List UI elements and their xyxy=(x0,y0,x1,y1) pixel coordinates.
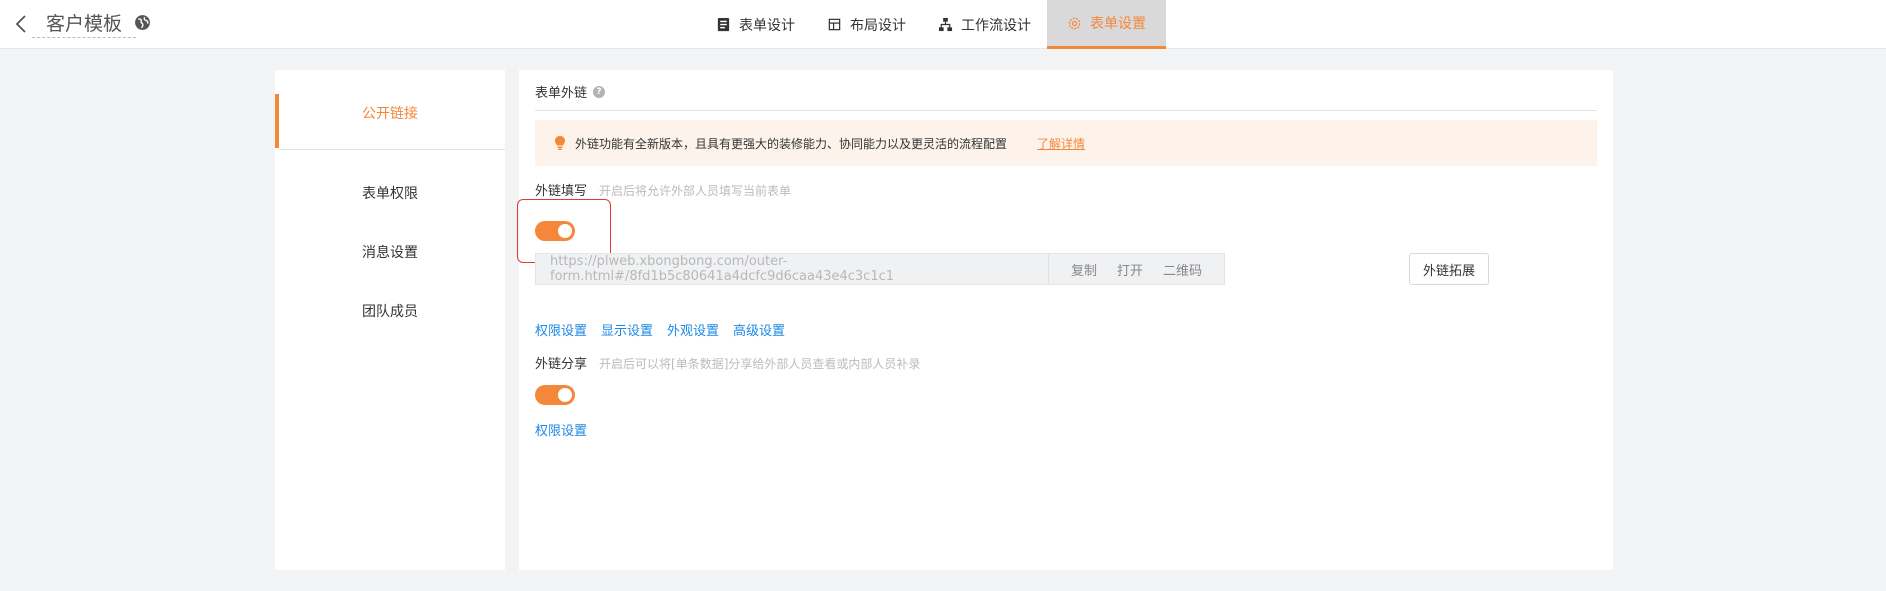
outer-link-url[interactable]: https://plweb.xbongbong.com/outer-form.h… xyxy=(536,254,1048,284)
settings-sidebar: 公开链接 表单权限 消息设置 团队成员 xyxy=(275,70,505,570)
share-settings-links: 权限设置 xyxy=(535,420,587,439)
qrcode-button[interactable]: 二维码 xyxy=(1163,260,1202,279)
section-header: 表单外链 ? xyxy=(535,82,606,101)
permission-settings-link[interactable]: 权限设置 xyxy=(535,320,587,339)
sidebar-item-form-permissions[interactable]: 表单权限 xyxy=(275,183,505,205)
notice-banner: 外链功能有全新版本，且具有更强大的装修能力、协同能力以及更灵活的流程配置 了解详… xyxy=(535,120,1597,166)
globe-icon[interactable] xyxy=(134,14,151,31)
fill-toggle[interactable] xyxy=(535,221,575,241)
tab-form-settings[interactable]: 表单设置 xyxy=(1047,0,1166,49)
share-field: 外链分享 开启后可以将[单条数据]分享给外部人员查看或内部人员补录 xyxy=(535,353,920,372)
help-icon[interactable]: ? xyxy=(593,85,606,98)
sidebar-item-team-members[interactable]: 团队成员 xyxy=(275,301,505,323)
tab-form-design[interactable]: 表单设计 xyxy=(700,0,811,49)
fill-settings-links: 权限设置 显示设置 外观设置 高级设置 xyxy=(535,320,785,339)
back-icon[interactable] xyxy=(10,12,34,36)
page-title[interactable]: 客户模板 xyxy=(46,9,122,36)
fill-label: 外链填写 xyxy=(535,184,588,199)
layout-icon xyxy=(828,18,841,31)
advanced-settings-link[interactable]: 高级设置 xyxy=(733,320,785,339)
url-actions: 复制 打开 二维码 xyxy=(1048,254,1224,284)
tab-label: 表单设计 xyxy=(739,17,795,34)
toggle-knob xyxy=(558,224,572,238)
top-tabs: 表单设计 布局设计 工作流设计 表单设置 xyxy=(700,0,1166,49)
workflow-icon xyxy=(938,17,953,32)
form-icon xyxy=(717,17,730,32)
outer-link-url-box: https://plweb.xbongbong.com/outer-form.h… xyxy=(535,253,1225,285)
share-hint: 开启后可以将[单条数据]分享给外部人员查看或内部人员补录 xyxy=(599,357,921,371)
share-label: 外链分享 xyxy=(535,357,588,372)
divider xyxy=(279,149,505,150)
gear-icon xyxy=(1068,17,1081,29)
tab-label: 工作流设计 xyxy=(961,17,1031,34)
notice-text: 外链功能有全新版本，且具有更强大的装修能力、协同能力以及更灵活的流程配置 xyxy=(575,136,1008,151)
top-bar: 客户模板 表单设计 布局设计 工作流设计 表单设置 xyxy=(0,0,1886,49)
link-extension-button[interactable]: 外链拓展 xyxy=(1409,253,1489,285)
learn-more-link[interactable]: 了解详情 xyxy=(1037,135,1085,152)
fill-hint: 开启后将允许外部人员填写当前表单 xyxy=(599,184,792,198)
share-toggle[interactable] xyxy=(535,385,575,405)
copy-button[interactable]: 复制 xyxy=(1071,260,1097,279)
divider xyxy=(535,110,1597,111)
open-button[interactable]: 打开 xyxy=(1117,260,1143,279)
sidebar-item-message-settings[interactable]: 消息设置 xyxy=(275,242,505,264)
appearance-settings-link[interactable]: 外观设置 xyxy=(667,320,719,339)
sidebar-item-public-link[interactable]: 公开链接 xyxy=(275,103,505,125)
share-permission-settings-link[interactable]: 权限设置 xyxy=(535,420,587,439)
tab-label: 表单设置 xyxy=(1090,16,1146,32)
fill-field: 外链填写 开启后将允许外部人员填写当前表单 xyxy=(535,180,791,199)
toggle-knob xyxy=(558,388,572,402)
tab-layout-design[interactable]: 布局设计 xyxy=(811,0,922,49)
tab-label: 布局设计 xyxy=(850,17,906,34)
template-title-field[interactable]: 客户模板 xyxy=(32,8,137,38)
section-title: 表单外链 xyxy=(535,86,588,101)
main-panel: 表单外链 ? 外链功能有全新版本，且具有更强大的装修能力、协同能力以及更灵活的流… xyxy=(517,70,1613,570)
tab-workflow-design[interactable]: 工作流设计 xyxy=(922,0,1047,49)
lightbulb-icon xyxy=(555,136,565,150)
display-settings-link[interactable]: 显示设置 xyxy=(601,320,653,339)
